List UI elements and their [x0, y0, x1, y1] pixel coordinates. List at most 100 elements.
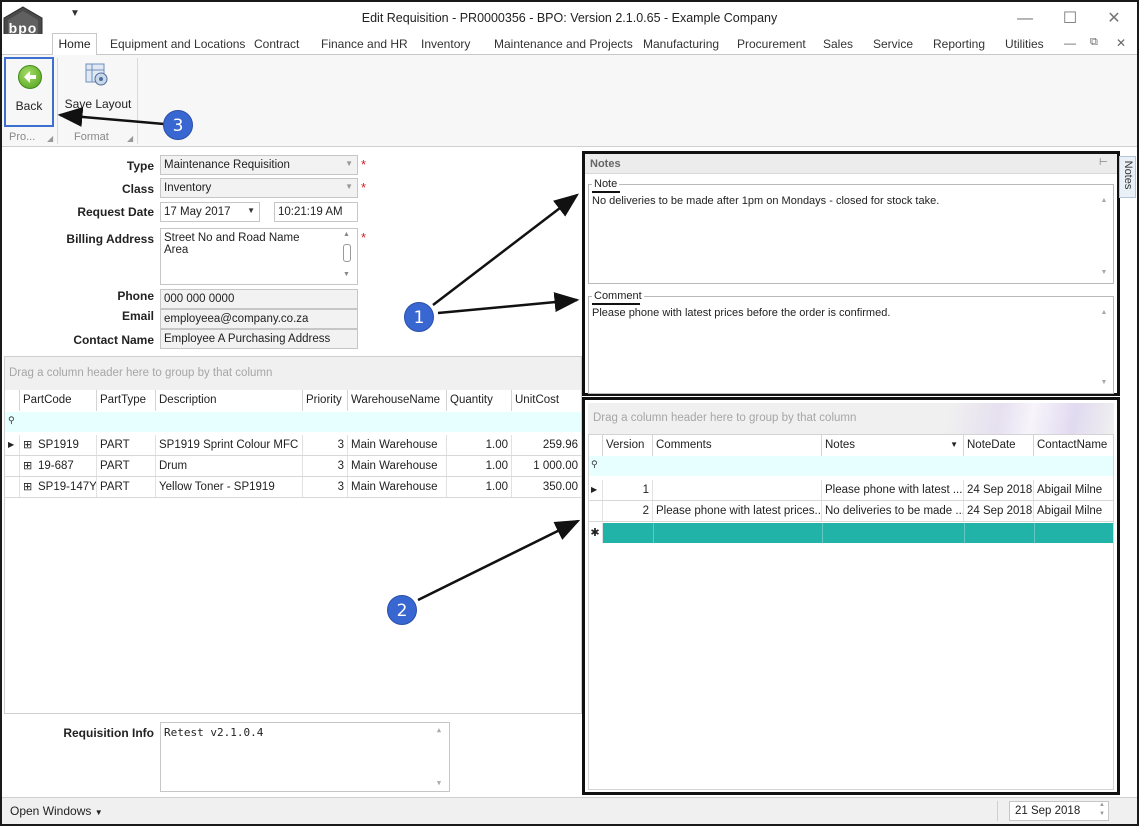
column-header-warehousename[interactable]: WarehouseName — [348, 390, 447, 411]
cell-warehousename[interactable]: Main Warehouse — [348, 477, 447, 497]
scroll-down-icon[interactable]: ▼ — [343, 271, 350, 278]
comment-text[interactable]: Please phone with latest prices before t… — [592, 307, 890, 319]
column-header-unitcost[interactable]: UnitCost — [512, 390, 581, 411]
scroll-down-icon[interactable]: ▼ — [433, 779, 445, 787]
status-date-field[interactable]: 21 Sep 2018 ▲ ▼ — [1009, 801, 1109, 821]
column-header-partcode[interactable]: PartCode — [20, 390, 97, 411]
billing-scrollbar[interactable]: ▲ ▼ — [341, 229, 355, 283]
filter-row[interactable]: ⚲ — [5, 412, 581, 432]
contact-name-field[interactable]: Employee A Purchasing Address — [160, 329, 358, 349]
column-header-quantity[interactable]: Quantity — [447, 390, 512, 411]
column-header-priority[interactable]: Priority — [303, 390, 348, 411]
tab-contract[interactable]: Contract — [254, 37, 299, 51]
request-date-picker[interactable]: 17 May 2017 ▼ — [160, 202, 260, 222]
cell-unitcost[interactable]: 1 000.00 — [512, 456, 581, 476]
column-header-parttype[interactable]: PartType — [97, 390, 156, 411]
pin-icon[interactable]: ⊢ — [1099, 157, 1108, 168]
maximize-icon[interactable]: ☐ — [1048, 6, 1092, 32]
cell-quantity[interactable]: 1.00 — [447, 435, 512, 455]
cell-priority[interactable]: 3 — [303, 435, 348, 455]
cell-unitcost[interactable]: 259.96 — [512, 435, 581, 455]
tab-reporting[interactable]: Reporting — [933, 37, 985, 51]
class-dropdown[interactable]: Inventory ▼ — [160, 178, 358, 198]
cell-priority[interactable]: 3 — [303, 456, 348, 476]
cell-description[interactable]: SP1919 Sprint Colour MFC — [156, 435, 303, 455]
type-dropdown[interactable]: Maintenance Requisition ▼ — [160, 155, 358, 175]
notes-side-tab-label: Notes — [1122, 160, 1134, 190]
scroll-down-icon[interactable]: ▼ — [1098, 379, 1110, 386]
table-row[interactable]: ⊞ SP19-147Y PART Yellow Toner - SP1919 3… — [5, 477, 581, 498]
save-layout-icon[interactable] — [84, 62, 110, 88]
notes-panel: Notes ⊢ No deliveries to be made after 1… — [582, 151, 1120, 396]
minimize-icon[interactable]: — — [1003, 6, 1047, 32]
cell-description[interactable]: Drum — [156, 456, 303, 476]
tab-maintenance-and-projects[interactable]: Maintenance and Projects — [494, 37, 633, 51]
note-legend: Note — [592, 178, 620, 190]
phone-label: Phone — [117, 289, 154, 303]
cell-warehousename[interactable]: Main Warehouse — [348, 456, 447, 476]
type-value: Maintenance Requisition — [164, 159, 290, 171]
filter-pin-icon: ⚲ — [8, 415, 15, 425]
email-field[interactable]: employeea@company.co.za — [160, 309, 358, 329]
cell-parttype[interactable]: PART — [97, 456, 156, 476]
scroll-thumb[interactable] — [343, 244, 351, 262]
tab-manufacturing[interactable]: Manufacturing — [643, 37, 719, 51]
group-by-panel[interactable]: Drag a column header here to group by th… — [588, 403, 1114, 434]
phone-field[interactable]: 000 000 0000 — [160, 289, 358, 309]
scroll-up-icon[interactable]: ▲ — [433, 726, 445, 734]
scroll-down-icon[interactable]: ▼ — [1098, 269, 1110, 276]
cell-parttype[interactable]: PART — [97, 477, 156, 497]
tab-utilities[interactable]: Utilities — [1005, 37, 1044, 51]
required-marker: * — [361, 180, 367, 195]
column-header-description[interactable]: Description — [156, 390, 303, 411]
cell-description[interactable]: Yellow Toner - SP1919 — [156, 477, 303, 497]
cell-warehousename[interactable]: Main Warehouse — [348, 435, 447, 455]
request-date-label: Request Date — [77, 205, 154, 219]
spin-up-icon[interactable]: ▲ — [1099, 802, 1105, 808]
requisition-info-field[interactable]: Retest v2.1.0.4 ▲ ▼ — [160, 722, 450, 792]
tab-equipment-and-locations[interactable]: Equipment and Locations — [110, 37, 245, 51]
cell-priority[interactable]: 3 — [303, 477, 348, 497]
save-layout-button[interactable]: Save Layout — [62, 97, 134, 111]
tab-service[interactable]: Service — [873, 37, 913, 51]
mdi-restore-icon[interactable]: ⧉ — [1090, 36, 1098, 49]
scroll-up-icon[interactable]: ▲ — [1098, 309, 1110, 316]
request-time-input[interactable]: 10:21:19 AM — [274, 202, 358, 222]
cell-unitcost[interactable]: 350.00 — [512, 477, 581, 497]
group-expand-icon[interactable]: ◢ — [47, 134, 53, 143]
scroll-up-icon[interactable]: ▲ — [1098, 197, 1110, 204]
tab-inventory[interactable]: Inventory — [421, 37, 470, 51]
table-row[interactable]: ⊞ 19-687 PART Drum 3 Main Warehouse 1.00… — [5, 456, 581, 477]
cell-quantity[interactable]: 1.00 — [447, 456, 512, 476]
quick-access-dropdown-icon[interactable]: ▼ — [70, 8, 80, 19]
contact-name-label: Contact Name — [73, 333, 154, 347]
tab-home[interactable]: Home — [52, 33, 97, 55]
cell-partcode[interactable]: SP1919 — [35, 435, 97, 455]
billing-address-field[interactable]: Street No and Road Name Area — [160, 228, 358, 285]
status-date-value: 21 Sep 2018 — [1015, 805, 1081, 817]
cell-partcode[interactable]: SP19-147Y — [35, 477, 97, 497]
mdi-minimize-icon[interactable]: — — [1064, 36, 1076, 50]
title-bar: Edit Requisition - PR0000356 - BPO: Vers… — [2, 2, 1137, 34]
table-row[interactable]: ▶ ⊞ SP1919 PART SP1919 Sprint Colour MFC… — [5, 435, 581, 456]
back-button[interactable]: Back — [4, 57, 54, 127]
cell-quantity[interactable]: 1.00 — [447, 477, 512, 497]
cell-partcode[interactable]: 19-687 — [35, 456, 97, 476]
open-windows-button[interactable]: Open Windows ▼ — [10, 804, 103, 818]
grid-border — [588, 434, 1114, 790]
tab-procurement[interactable]: Procurement — [737, 37, 806, 51]
email-label: Email — [121, 309, 154, 323]
spin-down-icon[interactable]: ▼ — [1099, 811, 1105, 817]
cell-parttype[interactable]: PART — [97, 435, 156, 455]
row-indicator-header — [5, 390, 20, 411]
mdi-close-icon[interactable]: ✕ — [1116, 36, 1126, 50]
note-text[interactable]: No deliveries to be made after 1pm on Mo… — [592, 195, 939, 207]
scroll-up-icon[interactable]: ▲ — [343, 231, 350, 238]
group-by-panel[interactable]: Drag a column header here to group by th… — [5, 357, 581, 390]
close-icon[interactable]: ✕ — [1092, 6, 1136, 32]
phone-value: 000 000 0000 — [164, 293, 235, 305]
notes-side-tab[interactable]: Notes — [1119, 156, 1136, 198]
group-expand-icon[interactable]: ◢ — [127, 134, 133, 143]
tab-finance-and-hr[interactable]: Finance and HR — [321, 37, 408, 51]
tab-sales[interactable]: Sales — [823, 37, 853, 51]
